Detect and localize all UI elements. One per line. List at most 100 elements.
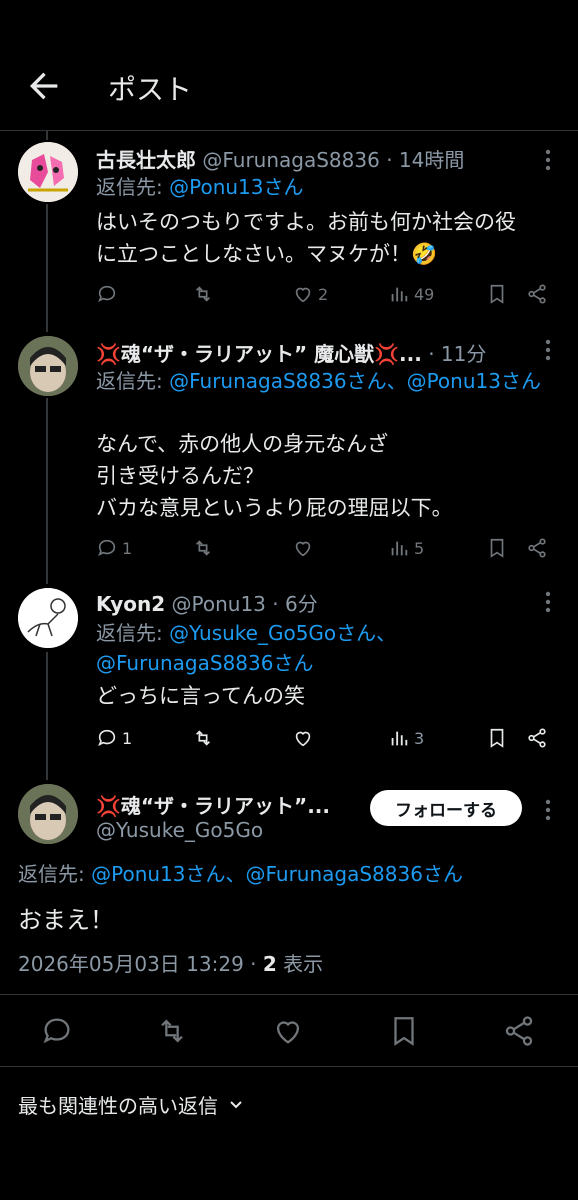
retweet-button[interactable] bbox=[192, 280, 214, 308]
replying-prefix: 返信先: bbox=[96, 369, 170, 393]
bookmark-icon bbox=[490, 284, 504, 304]
author-handle[interactable]: @Ponu13 bbox=[172, 592, 266, 616]
bookmark-icon bbox=[490, 728, 504, 748]
avatar[interactable] bbox=[18, 142, 78, 202]
tweet-header: 古長壮太郎 @FurunagaS8836 · 14時間 bbox=[96, 144, 464, 173]
share-button[interactable] bbox=[526, 724, 548, 752]
like-icon bbox=[295, 541, 311, 557]
share-icon bbox=[528, 728, 546, 748]
post-time[interactable]: · 11分 bbox=[428, 342, 486, 366]
reply-sort-label: 最も関連性の高い返信 bbox=[18, 1094, 218, 1118]
tweet-header: Kyon2 @Ponu13 · 6分 bbox=[96, 588, 318, 617]
share-icon[interactable] bbox=[502, 1014, 536, 1048]
like-button[interactable] bbox=[292, 534, 318, 562]
back-arrow-icon[interactable] bbox=[24, 66, 64, 106]
text-line: どっちに言ってんの笑 bbox=[96, 684, 305, 708]
like-icon bbox=[295, 731, 311, 747]
main-action-bar bbox=[0, 1010, 578, 1054]
reply-icon[interactable] bbox=[40, 1014, 74, 1048]
replying-to: 返信先: @FurunagaS8836さん、@Ponu13さん bbox=[96, 366, 576, 396]
views-icon bbox=[391, 287, 408, 302]
reply-sort-dropdown[interactable]: 最も関連性の高い返信 bbox=[18, 1090, 244, 1119]
bookmark-icon bbox=[490, 538, 504, 558]
bookmark-icon[interactable] bbox=[387, 1014, 421, 1048]
tweet[interactable]: 💢魂“ザ・ラリアット” 魔心獣💢... · 11分 返信先: @Furunaga… bbox=[0, 334, 578, 574]
reply-count: 1 bbox=[122, 728, 133, 748]
reply-button[interactable]: 1 bbox=[96, 724, 132, 752]
text-line: バカな意見というより屁の理屈以下。 bbox=[96, 496, 453, 520]
replying-to: 返信先: @Yusuke_Go5Goさん、@FurunagaS8836さん bbox=[96, 618, 426, 678]
author-name[interactable]: 💢魂“ザ・ラリアット”... bbox=[96, 794, 330, 818]
divider bbox=[0, 994, 578, 995]
avatar[interactable] bbox=[18, 336, 78, 396]
tweet[interactable]: Kyon2 @Ponu13 · 6分 返信先: @Yusuke_Go5Goさん、… bbox=[0, 586, 578, 766]
page-title: ポスト bbox=[108, 73, 193, 106]
more-icon[interactable] bbox=[538, 798, 558, 822]
like-icon[interactable] bbox=[271, 1014, 305, 1048]
bookmark-button[interactable] bbox=[486, 534, 508, 562]
like-count: 2 bbox=[318, 284, 329, 304]
more-icon[interactable] bbox=[538, 590, 558, 614]
text-line: 引き受けるんだ？ bbox=[96, 464, 264, 488]
retweet-button[interactable] bbox=[192, 724, 214, 752]
post-time[interactable]: · 6分 bbox=[272, 592, 317, 616]
replying-prefix: 返信先: bbox=[96, 175, 170, 199]
divider bbox=[0, 1066, 578, 1067]
reply-icon bbox=[98, 285, 116, 303]
author-name[interactable]: Kyon2 bbox=[96, 592, 165, 616]
mention-link[interactable]: @Ponu13さん bbox=[169, 175, 303, 199]
views-button[interactable]: 5 bbox=[388, 534, 424, 562]
text-line: なんで、赤の他人の身元なんざ bbox=[96, 432, 389, 456]
author-name[interactable]: 💢魂“ザ・ラリアット” 魔心獣💢... bbox=[96, 342, 422, 366]
tweet-text: なんで、赤の他人の身元なんざ 引き受けるんだ？ バカな意見というより屁の理屈以下… bbox=[96, 428, 566, 524]
retweet-button[interactable] bbox=[192, 534, 214, 562]
like-button[interactable]: 2 bbox=[292, 280, 328, 308]
tweet[interactable]: 古長壮太郎 @FurunagaS8836 · 14時間 返信先: @Ponu13… bbox=[0, 140, 578, 320]
view-count: 49 bbox=[414, 284, 435, 304]
views-icon bbox=[391, 731, 408, 746]
main-post-text: おまえ！ bbox=[18, 906, 114, 934]
more-icon[interactable] bbox=[538, 338, 558, 362]
mention-link[interactable]: @FurunagaS8836さん、@Ponu13さん bbox=[169, 369, 541, 393]
view-label: 表示 bbox=[276, 952, 324, 976]
share-button[interactable] bbox=[526, 280, 548, 308]
post-meta: 2026年05月03日 13:29 · 2 表示 bbox=[18, 948, 323, 977]
reply-button[interactable]: 1 bbox=[96, 534, 132, 562]
view-count: 5 bbox=[414, 538, 425, 558]
author-handle[interactable]: @FurunagaS8836 bbox=[202, 148, 379, 172]
replying-to: 返信先: @Ponu13さん bbox=[96, 172, 556, 202]
tweet-text: はいそのつもりですよ。お前も何か社会の役 に立つことしなさい。マヌケが！🤣 bbox=[96, 206, 566, 270]
view-count: 2 bbox=[262, 952, 277, 976]
thread-line bbox=[46, 130, 48, 140]
more-icon[interactable] bbox=[538, 148, 558, 172]
views-button[interactable]: 3 bbox=[388, 724, 424, 752]
header: ポスト bbox=[0, 0, 578, 131]
bookmark-button[interactable] bbox=[486, 724, 508, 752]
author-name[interactable]: 古長壮太郎 bbox=[96, 148, 196, 172]
like-button[interactable] bbox=[292, 724, 318, 752]
retweet-icon bbox=[195, 540, 211, 556]
retweet-icon bbox=[195, 286, 211, 302]
main-post-name: 💢魂“ザ・ラリアット”... bbox=[96, 790, 330, 819]
follow-button[interactable]: フォローする bbox=[370, 790, 522, 826]
author-handle[interactable]: @Yusuke_Go5Go bbox=[96, 818, 263, 842]
text-line: に立つことしなさい。マヌケが！🤣 bbox=[96, 242, 438, 266]
replying-to: 返信先: @Ponu13さん、@FurunagaS8836さん bbox=[18, 858, 463, 887]
post-time[interactable]: · 14時間 bbox=[386, 148, 464, 172]
views-icon bbox=[391, 541, 408, 556]
bookmark-button[interactable] bbox=[486, 280, 508, 308]
tweet-text: どっちに言ってんの笑 bbox=[96, 680, 566, 712]
avatar[interactable] bbox=[18, 784, 78, 844]
action-bar: 2 49 bbox=[96, 280, 556, 312]
share-button[interactable] bbox=[526, 534, 548, 562]
avatar[interactable] bbox=[18, 588, 78, 648]
views-button[interactable]: 49 bbox=[388, 280, 434, 308]
reply-button[interactable] bbox=[96, 280, 122, 308]
action-bar: 1 5 bbox=[96, 534, 556, 566]
reply-icon bbox=[98, 539, 116, 557]
retweet-icon[interactable] bbox=[155, 1014, 189, 1048]
mention-link[interactable]: @Ponu13さん、@FurunagaS8836さん bbox=[91, 862, 463, 886]
post-timestamp[interactable]: 2026年05月03日 13:29 · bbox=[18, 952, 263, 976]
view-count: 3 bbox=[414, 728, 425, 748]
share-icon bbox=[528, 538, 546, 558]
